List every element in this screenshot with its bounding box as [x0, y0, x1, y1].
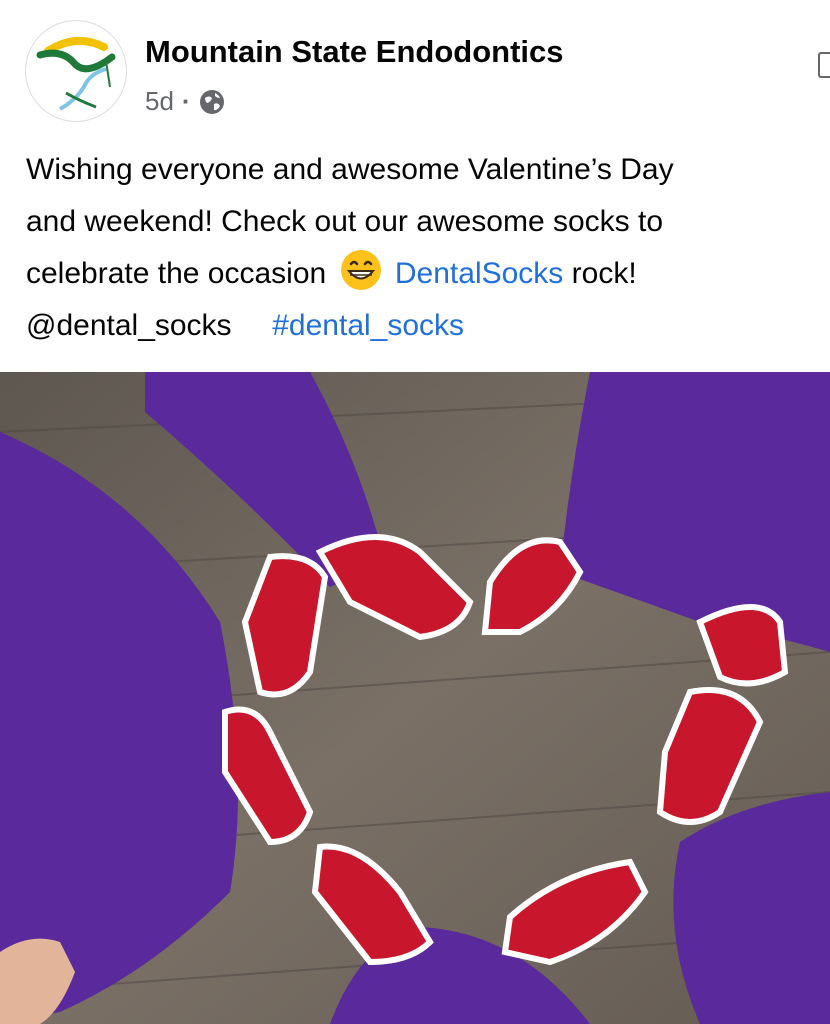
- post-line: and weekend! Check out our awesome socks…: [26, 205, 664, 238]
- mention-link[interactable]: @dental_socks: [26, 309, 232, 342]
- post-photo[interactable]: [0, 372, 830, 1024]
- logo-icon: [36, 37, 116, 111]
- more-options-icon[interactable]: [818, 52, 830, 78]
- photo-image: [0, 372, 830, 1024]
- hashtag-link[interactable]: #dental_socks: [272, 309, 464, 342]
- post-line: celebrate the occasion DentalSocks rock!: [26, 248, 830, 300]
- post-line: Wishing everyone and awesome Valentine’s…: [26, 153, 674, 186]
- post-line-text: rock!: [563, 257, 637, 290]
- post-header: Mountain State Endodontics 5d ·: [0, 0, 830, 140]
- dentalsocks-link[interactable]: DentalSocks: [395, 257, 563, 290]
- grinning-face-icon: [340, 250, 381, 290]
- page-name[interactable]: Mountain State Endodontics: [145, 34, 564, 70]
- post-message: Wishing everyone and awesome Valentine’s…: [26, 144, 830, 352]
- globe-icon: [199, 89, 224, 114]
- post-line: @dental_socks #dental_socks: [26, 300, 830, 352]
- meta-separator: ·: [181, 86, 191, 116]
- post-line-text: celebrate the occasion: [26, 257, 327, 290]
- post-time[interactable]: 5d: [145, 86, 174, 117]
- page-avatar[interactable]: [25, 20, 127, 122]
- post-meta: 5d ·: [145, 86, 225, 117]
